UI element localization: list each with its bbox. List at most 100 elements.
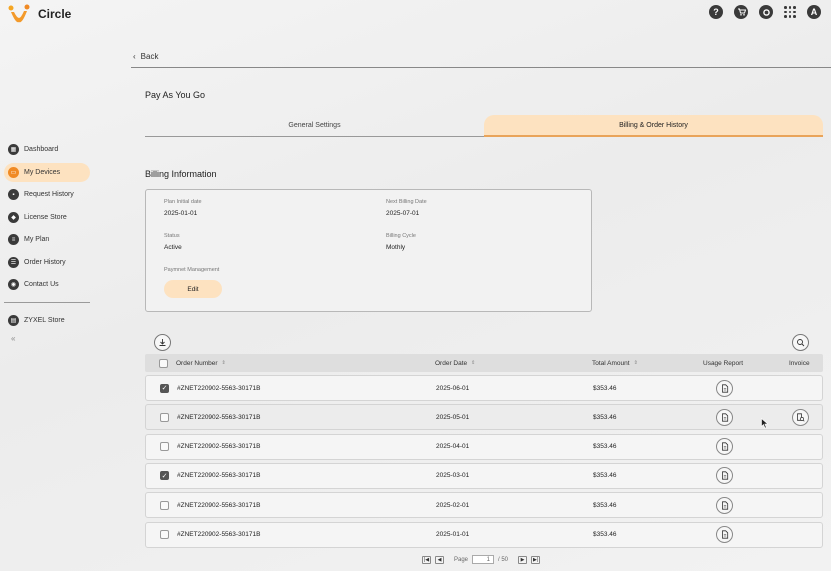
sidebar-item-request-history[interactable]: ▪ Request History [4,185,90,204]
document-icon [721,413,729,422]
sidebar-divider [4,302,90,303]
page-label: Page [454,556,469,563]
back-label: Back [140,52,159,61]
license-icon: ◆ [8,211,19,223]
select-all-checkbox[interactable] [159,358,168,368]
order-date-cell: 2025-06-01 [436,384,470,392]
total-amount-cell: $353.46 [593,413,617,421]
mouse-cursor-icon [761,418,769,429]
page-input[interactable]: 1 [472,555,495,564]
row-checkbox[interactable]: ✓ [160,471,169,481]
document-icon [721,501,729,510]
download-button[interactable] [154,334,171,351]
row-select-cell: ✓ [160,376,169,400]
store-icon: ▤ [8,315,19,326]
next-page-icon[interactable]: ▶ [518,555,528,564]
back-button[interactable]: ‹ Back [133,52,158,61]
plan-initial-date-value: 2025-01-01 [164,210,198,217]
table-row[interactable]: #ZNET220902-5563-30171B 2025-05-01 $353.46 [145,404,823,431]
document-icon [721,383,729,393]
sidebar-item-license-store[interactable]: ◆ License Store [4,208,90,227]
usage-report-button[interactable] [716,496,733,514]
next-billing-date-value: 2025-07-01 [386,210,420,217]
table-row[interactable]: #ZNET220902-5563-30171B 2025-01-01 $353.46 [145,521,823,548]
pagination: |◀ ◀ Page 1 / 50 ▶ ▶| [422,555,541,564]
row-checkbox[interactable] [160,442,169,452]
total-amount-cell: $353.46 [593,501,617,509]
order-date-cell: 2025-01-01 [436,531,470,538]
table-row[interactable]: ✓ #ZNET220902-5563-30171B 2025-06-01 $353.4… [145,375,823,401]
row-select-cell [160,523,169,547]
sidebar-item-label: Order History [24,258,66,266]
order-number-cell: #ZNET220902-5563-30171B [177,472,261,480]
header-actions: ? A [709,5,821,19]
col-order-number[interactable]: Order Number ⇕ [176,354,226,372]
usage-report-button[interactable] [716,438,733,456]
sidebar-item-zyxel-store[interactable]: ▤ ZYXEL Store [4,311,90,330]
tab-bar: General Settings Billing & Order History [145,115,823,137]
last-page-icon[interactable]: ▶| [531,555,541,564]
document-icon [721,471,729,480]
cart-icon[interactable] [734,5,748,19]
invoice-icon [796,413,805,422]
question-icon[interactable]: ? [709,5,723,19]
sidebar-item-contact-us[interactable]: ◉ Contact Us [4,275,90,294]
row-checkbox[interactable] [160,530,169,539]
table-row[interactable]: #ZNET220902-5563-30171B 2025-04-01 $353.46 [145,433,823,460]
usage-report-button[interactable] [716,379,733,397]
order-number-cell: #ZNET220902-5563-30171B [177,531,261,538]
total-amount-cell: $353.46 [593,443,617,451]
sidebar-item-my-devices[interactable]: ▭ My Devices [4,162,90,182]
usage-report-cell [716,493,733,517]
row-checkbox[interactable]: ✓ [160,383,169,393]
sort-icon: ⇕ [633,360,638,366]
grid-icon[interactable] [784,6,796,18]
row-checkbox[interactable] [160,500,169,510]
prev-page-icon[interactable]: ◀ [435,555,444,564]
col-order-date[interactable]: Order Date ⇕ [435,354,475,372]
billing-section-title: Billing Information [145,169,217,179]
sort-icon: ⇕ [221,360,226,366]
col-total-amount-label: Total Amount [592,359,630,367]
order-number-cell: #ZNET220902-5563-30171B [177,501,261,509]
order-number-cell: #ZNET220902-5563-30171B [177,413,261,421]
tab-billing-order-history[interactable]: Billing & Order History [484,115,823,137]
billing-info-card: Plan Initial date 2025-01-01 Next Billin… [145,189,592,312]
sidebar-item-my-plan[interactable]: ≡ My Plan [4,230,90,249]
status-field: Status Active [164,233,182,251]
payment-management-field: Paymnet Management [164,267,219,273]
table-row[interactable]: ✓ #ZNET220902-5563-30171B 2025-03-01 $353.4… [145,462,823,489]
gear-icon[interactable] [759,5,773,19]
tab-general-settings[interactable]: General Settings [145,115,484,137]
usage-report-button[interactable] [716,467,733,485]
first-page-icon[interactable]: |◀ [422,555,431,564]
row-checkbox[interactable] [160,412,169,422]
col-usage-report-label: Usage Report [703,359,744,367]
sidebar-item-label: Contact Us [24,281,59,288]
lock-icon: ▪ [8,189,19,200]
app-logo[interactable]: Circle [8,4,71,24]
usage-report-cell [716,464,733,488]
avatar[interactable]: A [807,5,821,19]
sidebar-collapse-button[interactable]: « [4,334,90,343]
order-date-cell: 2025-04-01 [436,443,470,451]
table-row[interactable]: #ZNET220902-5563-30171B 2025-02-01 $353.46 [145,492,823,519]
col-total-amount[interactable]: Total Amount ⇕ [592,354,638,372]
search-button[interactable] [792,334,809,351]
circle-logo-icon [8,4,30,23]
usage-report-button[interactable] [716,526,733,543]
billing-cycle-field: Billing Cycle Mothly [386,233,416,251]
col-invoice: Invoice [789,354,810,372]
invoice-button[interactable] [792,408,809,426]
plan-initial-date-field: Plan Initial date 2025-01-01 [164,199,202,217]
sidebar-item-label: My Plan [24,236,50,243]
sidebar-item-order-history[interactable]: ☰ Order History [4,253,90,272]
total-amount-cell: $353.46 [593,472,617,480]
sidebar: ▦ Dashboard ▭ My Devices ▪ Request Histo… [4,140,90,343]
usage-report-button[interactable] [716,408,733,426]
sidebar-item-dashboard[interactable]: ▦ Dashboard [4,140,90,159]
edit-button[interactable]: Edit [164,280,222,298]
order-number-cell: #ZNET220902-5563-30171B [177,443,261,451]
sidebar-item-label: License Store [24,213,67,221]
order-date-cell: 2025-02-01 [436,501,470,509]
